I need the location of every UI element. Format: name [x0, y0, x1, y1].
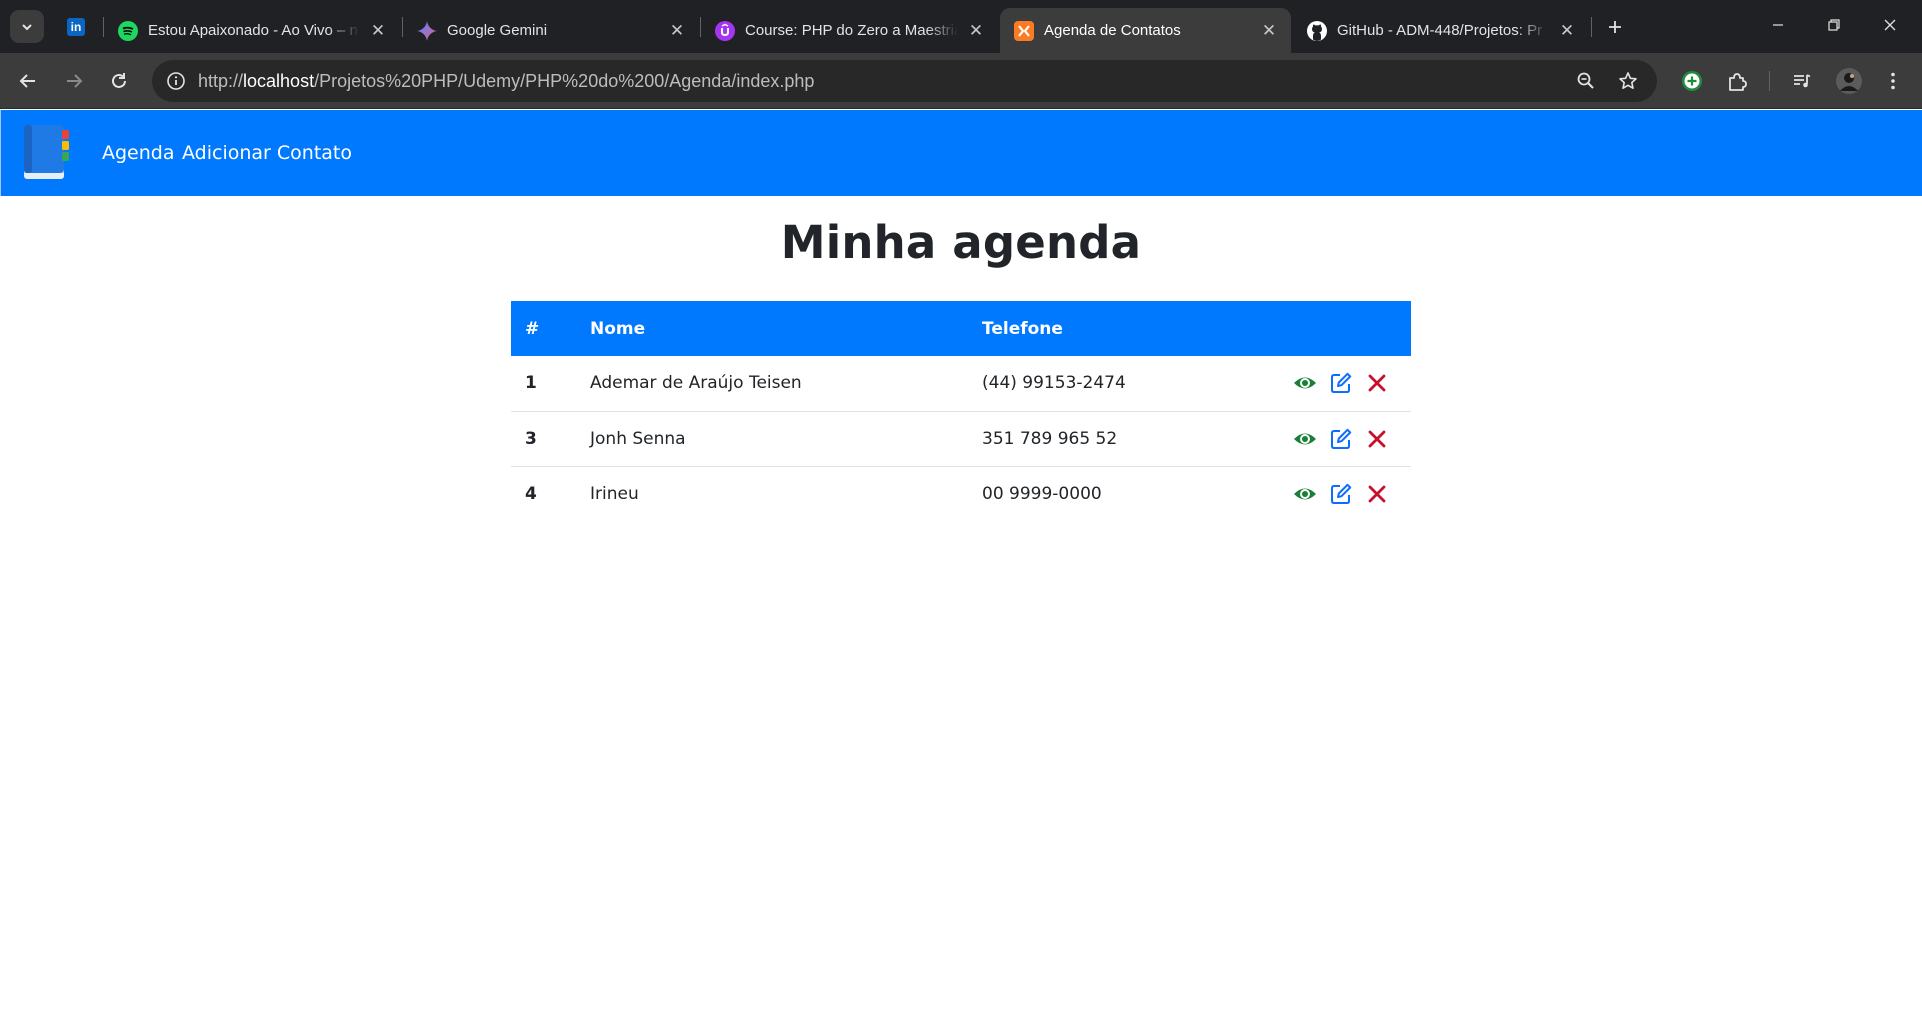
github-icon — [1307, 20, 1327, 41]
delete-contact-button[interactable] — [1364, 426, 1390, 452]
view-contact-button[interactable] — [1292, 481, 1318, 507]
close-icon[interactable]: ✕ — [966, 21, 986, 41]
tab-title: GitHub - ADM-448/Projetos: Pr — [1337, 22, 1543, 39]
spotify-icon — [118, 20, 138, 41]
forward-button[interactable] — [56, 63, 92, 99]
eye-icon — [1294, 377, 1316, 389]
back-button[interactable] — [10, 63, 46, 99]
url-host: localhost — [243, 71, 315, 91]
contact-name: Irineu — [590, 483, 639, 504]
extensions-puzzle-icon[interactable] — [1721, 65, 1753, 97]
reload-button[interactable] — [101, 63, 137, 99]
tab-github[interactable]: GitHub - ADM-448/Projetos: Pr ✕ — [1293, 8, 1589, 53]
contact-name: Jonh Senna — [590, 428, 686, 449]
contact-id: 4 — [525, 483, 537, 504]
site-navbar: Agenda Adicionar Contato — [0, 110, 1922, 196]
profile-avatar[interactable] — [1833, 65, 1865, 97]
contact-phone: (44) 99153-2474 — [982, 373, 1126, 394]
column-header-actions — [1292, 301, 1411, 356]
linkedin-icon: in — [67, 18, 85, 36]
gemini-icon — [417, 20, 437, 41]
edit-icon — [1331, 373, 1352, 394]
contact-id: 3 — [525, 428, 537, 449]
edit-contact-button[interactable] — [1328, 426, 1354, 452]
xampp-icon — [1014, 20, 1034, 41]
tab-udemy[interactable]: Course: PHP do Zero a Maestria ✕ — [701, 8, 998, 53]
browser-tabstrip: in Estou Apaixonado - Ao Vivo – n ✕ Goog… — [0, 0, 1922, 53]
nav-link-agenda[interactable]: Agenda — [102, 142, 175, 164]
more-menu-icon[interactable] — [1877, 65, 1909, 97]
url-prefix: http:// — [198, 71, 244, 91]
edit-icon — [1331, 428, 1352, 449]
tab-title: Google Gemini — [447, 22, 548, 39]
close-icon — [1884, 19, 1896, 31]
table-header-row: # Nome Telefone — [511, 301, 1411, 356]
table-row: 1 Ademar de Araújo Teisen (44) 99153-247… — [511, 356, 1411, 411]
arrow-right-icon — [67, 74, 83, 88]
tab-agenda-active[interactable]: Agenda de Contatos ✕ — [1000, 8, 1291, 53]
tab-search-button[interactable] — [10, 10, 44, 43]
close-icon[interactable]: ✕ — [667, 21, 687, 41]
delete-x-icon — [1368, 374, 1386, 392]
arrow-left-icon — [19, 74, 35, 88]
delete-x-icon — [1368, 485, 1386, 503]
tab-title: Agenda de Contatos — [1044, 22, 1181, 39]
zoom-icon[interactable] — [1572, 67, 1600, 95]
new-tab-button[interactable] — [1600, 12, 1630, 42]
tab-separator — [1591, 17, 1592, 37]
eye-icon — [1294, 488, 1316, 500]
delete-x-icon — [1368, 430, 1386, 447]
close-icon[interactable]: ✕ — [368, 21, 388, 41]
table-row: 3 Jonh Senna 351 789 965 52 — [511, 411, 1411, 466]
web-page: Agenda Adicionar Contato Minha agenda # … — [0, 110, 1922, 1022]
page-title: Minha agenda — [780, 216, 1142, 269]
pinned-tab-linkedin[interactable]: in — [60, 13, 92, 41]
close-icon[interactable]: ✕ — [1259, 21, 1279, 41]
media-control-icon[interactable] — [1786, 65, 1818, 97]
address-book-logo-icon[interactable] — [22, 124, 74, 181]
table-row: 4 Irineu 00 9999-0000 — [511, 466, 1411, 521]
eye-icon — [1294, 433, 1316, 444]
toolbar-divider — [1769, 71, 1770, 91]
view-contact-button[interactable] — [1292, 370, 1318, 396]
address-url[interactable]: http://localhost/Projetos%20PHP/Udemy/PH… — [198, 71, 814, 92]
chevron-down-icon — [22, 23, 32, 30]
column-header-name: Nome — [590, 318, 646, 339]
address-bar[interactable]: http://localhost/Projetos%20PHP/Udemy/PH… — [152, 60, 1657, 102]
contact-phone: 351 789 965 52 — [982, 428, 1118, 449]
tab-spotify[interactable]: Estou Apaixonado - Ao Vivo – n ✕ — [104, 8, 400, 53]
close-icon[interactable]: ✕ — [1557, 21, 1577, 41]
browser-toolbar: http://localhost/Projetos%20PHP/Udemy/PH… — [0, 53, 1922, 109]
extension-add-icon[interactable] — [1676, 65, 1708, 97]
tab-title: Estou Apaixonado - Ao Vivo – n — [148, 22, 358, 39]
contacts-table: # Nome Telefone 1 Ademar de Araújo Teise… — [511, 301, 1411, 521]
restore-icon — [1828, 19, 1840, 31]
plus-icon — [1609, 21, 1621, 33]
minimize-icon — [1773, 24, 1783, 26]
tab-title: Course: PHP do Zero a Maestria — [745, 22, 958, 39]
url-path: /Projetos%20PHP/Udemy/PHP%20do%200/Agend… — [314, 71, 815, 91]
bookmark-star-icon[interactable] — [1614, 67, 1642, 95]
contact-id: 1 — [525, 373, 537, 394]
close-window-button[interactable] — [1867, 8, 1913, 42]
site-info-icon[interactable] — [162, 67, 190, 95]
contact-name: Ademar de Araújo Teisen — [590, 373, 802, 394]
restore-button[interactable] — [1811, 8, 1857, 42]
delete-contact-button[interactable] — [1364, 481, 1390, 507]
reload-icon — [112, 73, 126, 88]
edit-contact-button[interactable] — [1328, 370, 1354, 396]
column-header-phone: Telefone — [982, 318, 1063, 339]
column-header-id: # — [525, 318, 540, 339]
nav-link-add-contact[interactable]: Adicionar Contato — [182, 142, 352, 164]
tab-gemini[interactable]: Google Gemini ✕ — [403, 8, 699, 53]
view-contact-button[interactable] — [1292, 426, 1318, 452]
udemy-icon — [715, 20, 735, 41]
delete-contact-button[interactable] — [1364, 370, 1390, 396]
minimize-button[interactable] — [1755, 8, 1801, 42]
edit-icon — [1331, 483, 1352, 504]
edit-contact-button[interactable] — [1328, 481, 1354, 507]
contact-phone: 00 9999-0000 — [982, 483, 1102, 504]
